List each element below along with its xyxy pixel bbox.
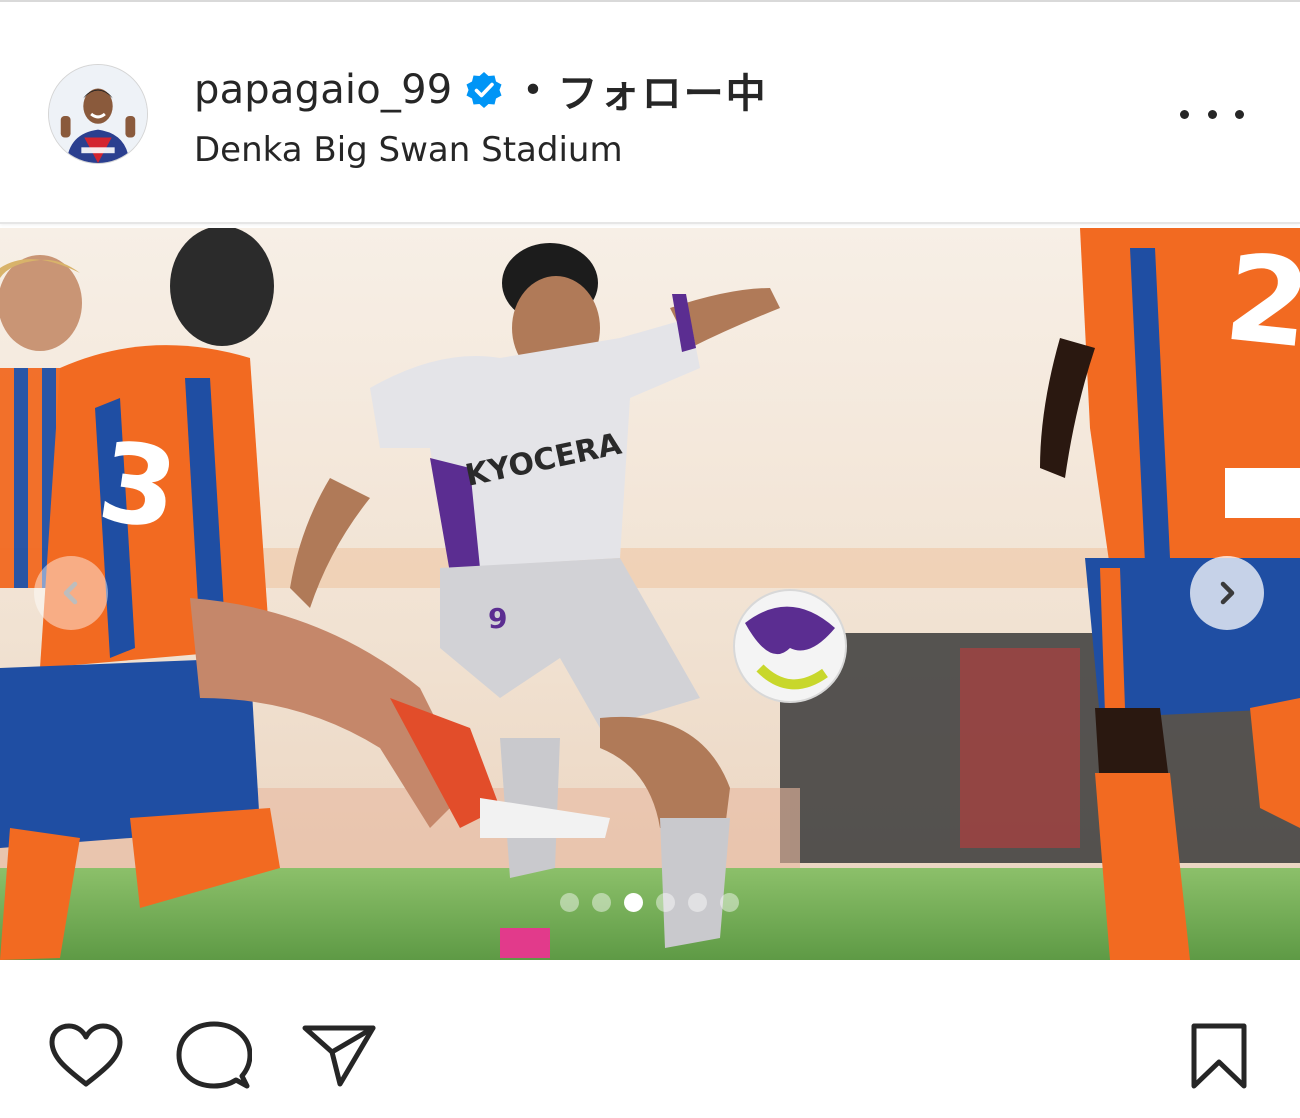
carousel-dot [592, 893, 611, 912]
heart-icon [49, 1023, 123, 1087]
follow-status-button[interactable]: フォロー中 [558, 61, 768, 119]
comment-icon [176, 1021, 252, 1089]
carousel-dot [720, 893, 739, 912]
more-dot [1235, 109, 1244, 119]
avatar[interactable] [48, 64, 148, 164]
action-bar [0, 962, 1300, 1118]
separator-dot: • [522, 69, 544, 111]
more-dot [1207, 109, 1217, 119]
verified-badge-icon [466, 72, 502, 108]
chevron-left-icon [63, 581, 78, 605]
next-photo-button[interactable] [1190, 556, 1264, 630]
svg-text:2: 2 [1219, 229, 1300, 376]
post-header: papagaio_99 • フォロー中 Denka Big Swan Stadi… [0, 0, 1300, 224]
send-icon [302, 1025, 376, 1087]
post-photo[interactable]: 3 KYOCERA 9 2 [0, 228, 1300, 960]
carousel-dot [624, 893, 643, 912]
chevron-right-icon [1220, 581, 1235, 605]
carousel-dot [656, 893, 675, 912]
previous-photo-button[interactable] [34, 556, 108, 630]
more-dot [1180, 109, 1189, 119]
comment-button[interactable] [176, 1020, 252, 1092]
location-link[interactable]: Denka Big Swan Stadium [194, 130, 623, 170]
carousel-dot [560, 893, 579, 912]
match-photo-illustration: 3 KYOCERA 9 2 [0, 228, 1300, 960]
save-button[interactable] [1190, 1022, 1248, 1090]
username[interactable]: papagaio_99 [194, 67, 452, 113]
share-button[interactable] [302, 1022, 376, 1088]
svg-text:9: 9 [488, 602, 507, 635]
user-row: papagaio_99 • フォロー中 [194, 62, 768, 118]
more-options-icon[interactable] [1180, 102, 1244, 126]
carousel-dot [688, 893, 707, 912]
carousel-indicators [560, 893, 739, 913]
bookmark-icon [1191, 1023, 1247, 1089]
like-button[interactable] [48, 1022, 124, 1088]
